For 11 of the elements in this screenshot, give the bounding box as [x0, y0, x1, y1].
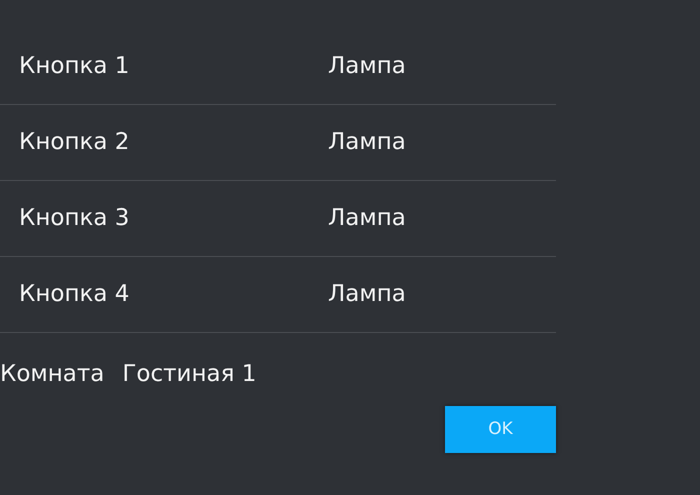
- button-label: Кнопка 3: [19, 205, 130, 232]
- device-label: Лампа: [328, 128, 406, 158]
- button-label: Кнопка 2: [19, 129, 130, 156]
- button-label: Кнопка 4: [19, 281, 130, 308]
- device-label: Лампа: [328, 280, 406, 310]
- button-label: Кнопка 1: [19, 53, 130, 80]
- room-label: Комната: [0, 360, 104, 389]
- room-value: Гостиная 1: [122, 360, 256, 389]
- device-label: Лампа: [328, 52, 406, 82]
- device-label: Лампа: [328, 204, 406, 234]
- ok-button[interactable]: OK: [445, 406, 556, 453]
